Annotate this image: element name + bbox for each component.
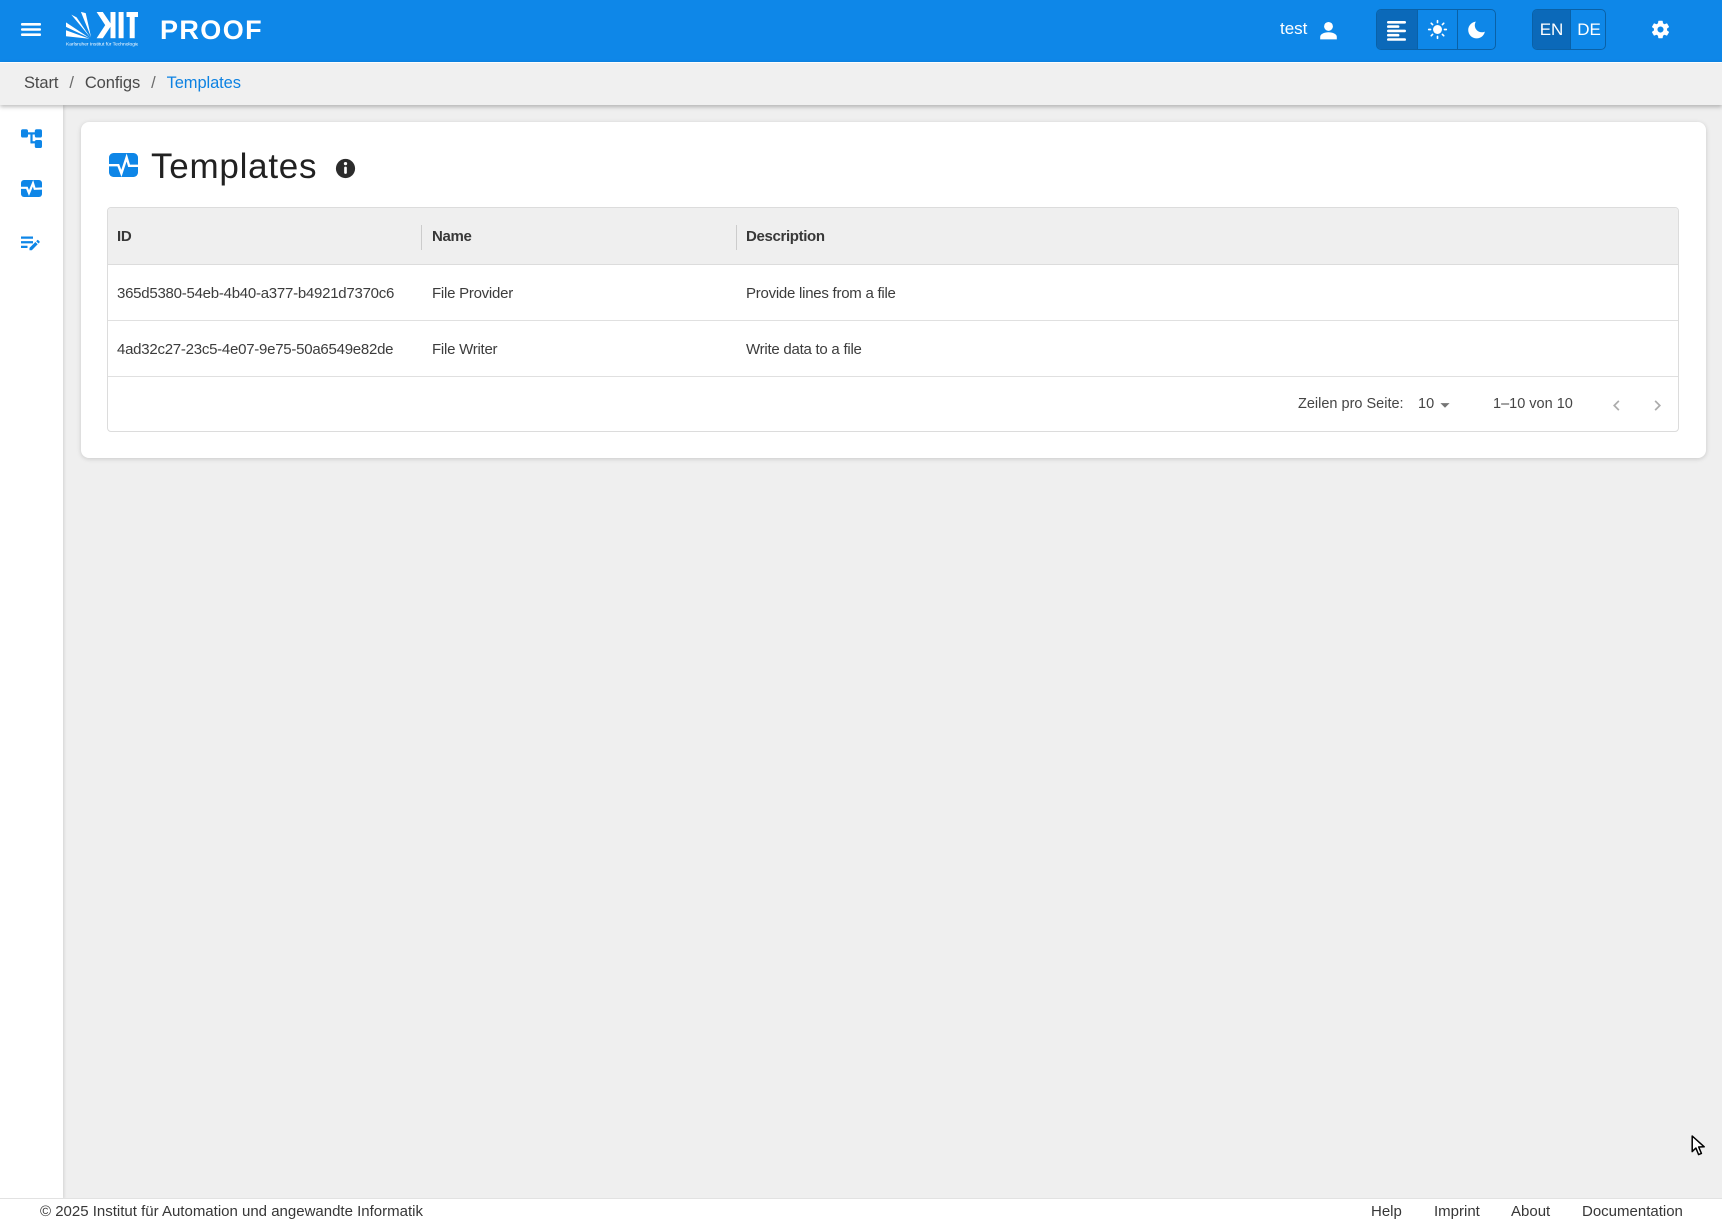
svg-text:Karlsruher Institut für Techno: Karlsruher Institut für Technologie (66, 42, 138, 48)
